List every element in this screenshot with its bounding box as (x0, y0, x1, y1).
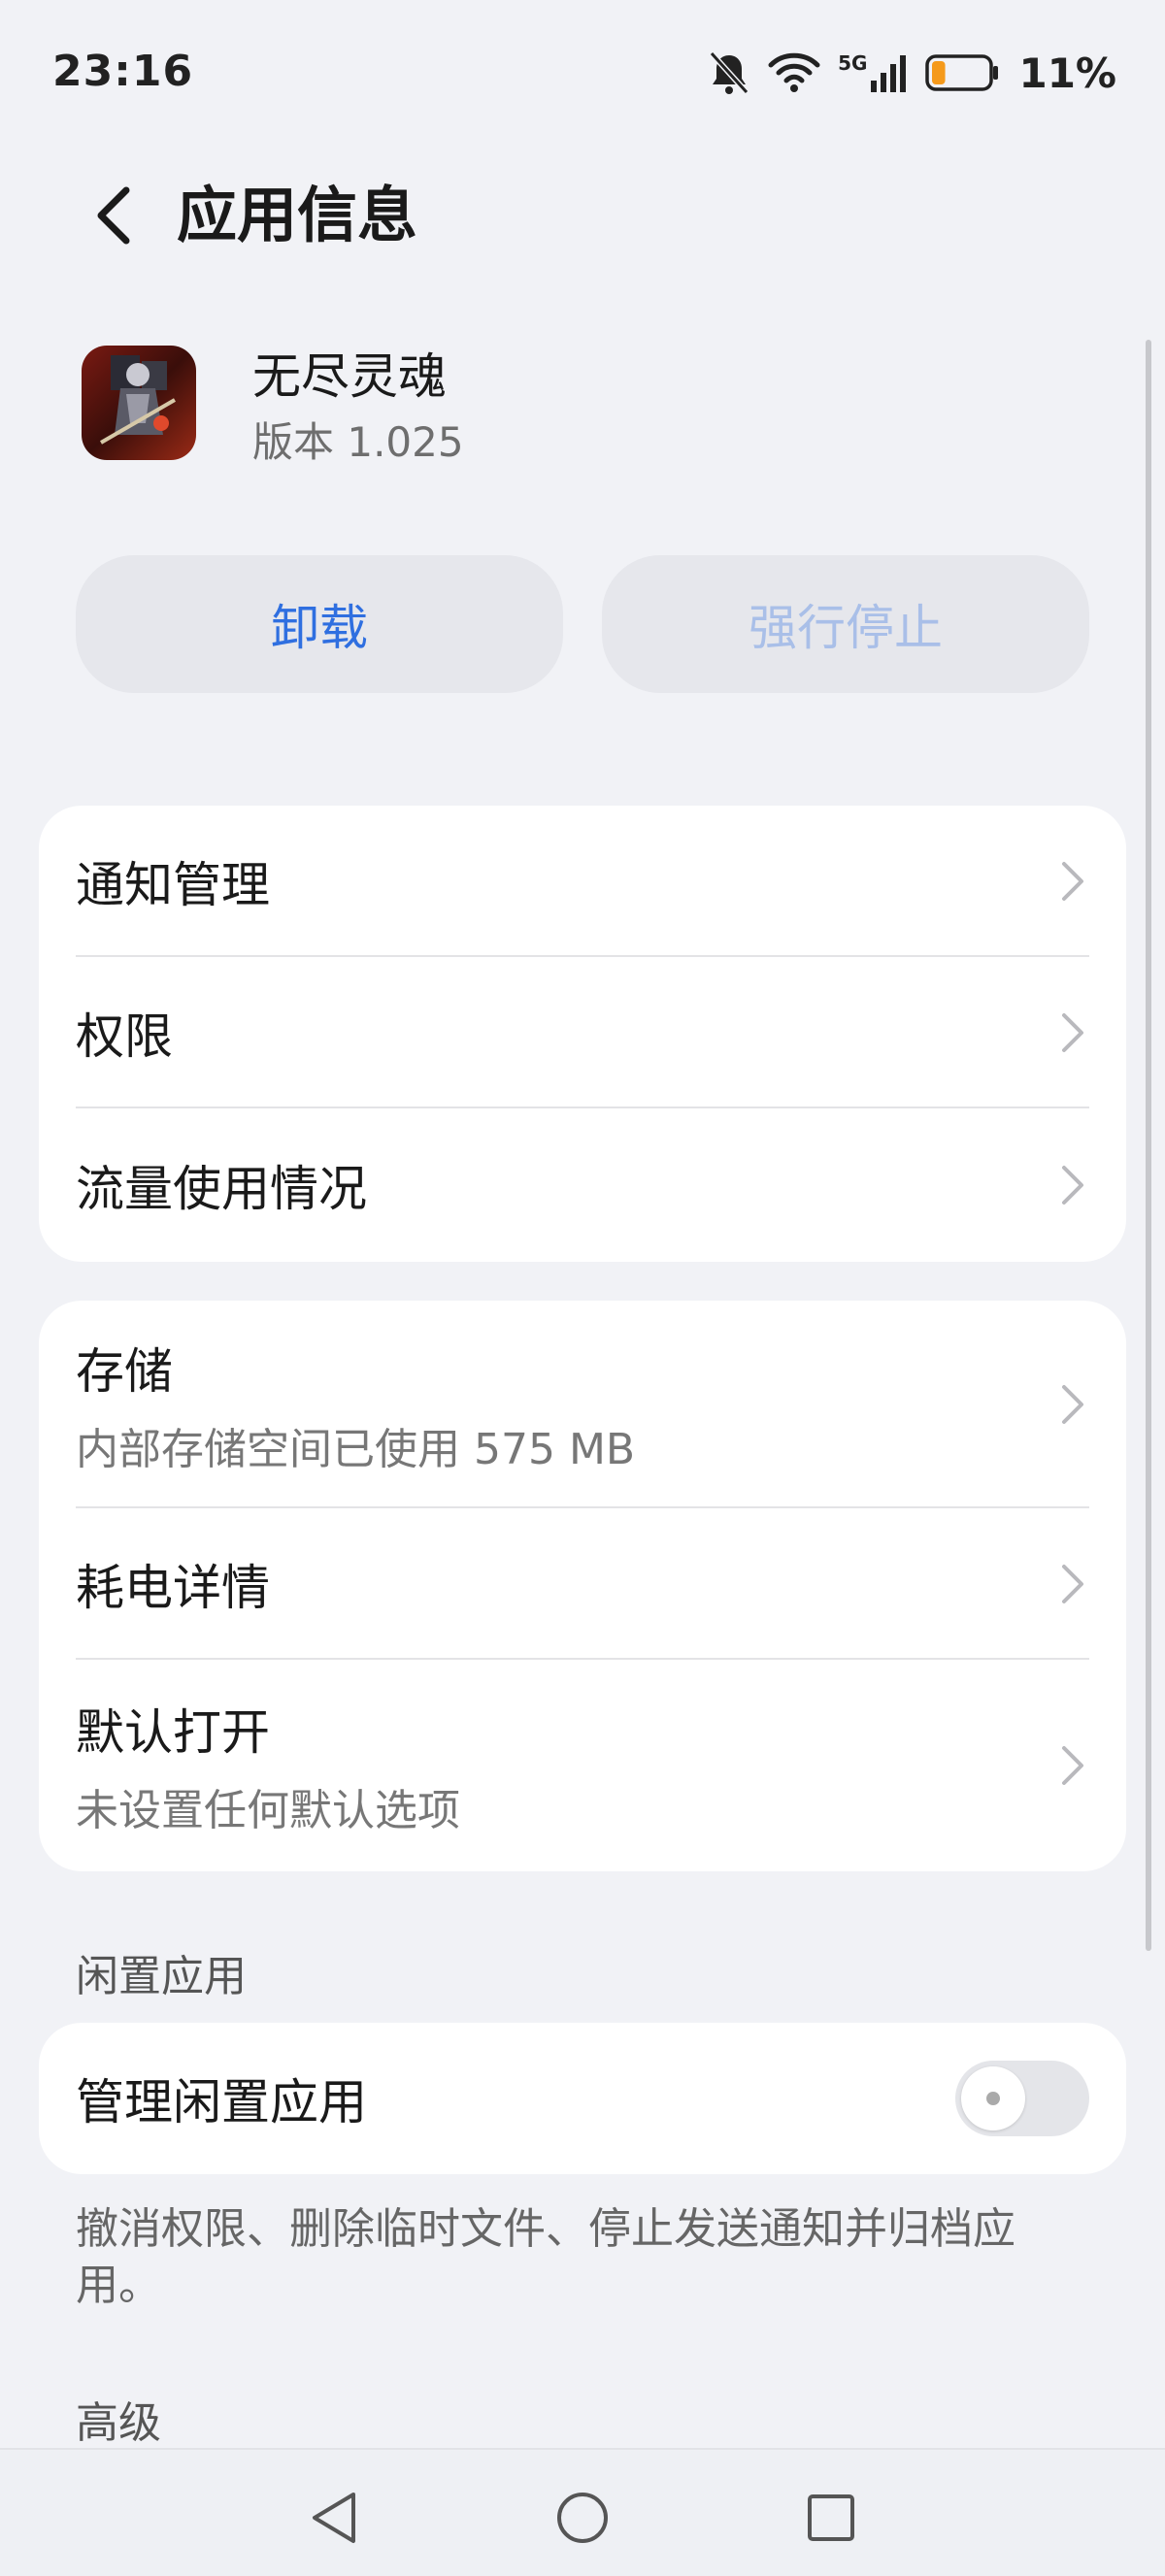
open-by-default-row[interactable]: 默认打开 未设置任何默认选项 (39, 1660, 1126, 1871)
manage-idle-apps-row[interactable]: 管理闲置应用 (39, 2023, 1126, 2174)
settings-card-1: 通知管理 权限 流量使用情况 (39, 806, 1126, 1262)
permissions-row[interactable]: 权限 (39, 957, 1126, 1108)
force-stop-button[interactable]: 强行停止 (602, 555, 1089, 693)
row-title: 权限 (76, 1008, 173, 1065)
toggle-knob (961, 2066, 1025, 2130)
row-title: 管理闲置应用 (76, 2074, 367, 2130)
row-subtitle: 未设置任何默认选项 (76, 1786, 460, 1835)
chevron-right-icon (1062, 862, 1083, 901)
notification-management-row[interactable]: 通知管理 (39, 806, 1126, 957)
status-time: 23:16 (52, 47, 194, 96)
nav-recents-button[interactable] (792, 2479, 870, 2557)
idle-apps-card: 管理闲置应用 (39, 2023, 1126, 2174)
data-usage-row[interactable]: 流量使用情况 (39, 1108, 1126, 1262)
row-title: 通知管理 (76, 857, 270, 913)
triangle-back-icon (313, 2493, 355, 2543)
settings-card-2: 存储 内部存储空间已使用 575 MB 耗电详情 默认打开 未设置任何默认选项 (39, 1301, 1126, 1871)
circle-home-icon (557, 2493, 608, 2543)
back-arrow-icon (97, 186, 130, 245)
battery-percent: 11% (1018, 49, 1116, 97)
row-subtitle: 内部存储空间已使用 575 MB (76, 1425, 636, 1474)
app-icon (82, 346, 196, 460)
navigation-bar (0, 2448, 1165, 2576)
signal-icon: 5G (838, 51, 908, 94)
section-label-advanced: 高级 (76, 2398, 161, 2448)
chevron-right-icon (1062, 1166, 1083, 1205)
chevron-right-icon (1062, 1013, 1083, 1052)
chevron-right-icon (1062, 1385, 1083, 1424)
idle-apps-description: 撤消权限、删除临时文件、停止发送通知并归档应用。 (76, 2204, 1015, 2310)
status-bar: 23:16 5G 11% (0, 0, 1165, 146)
square-recents-icon (808, 2494, 854, 2541)
row-title: 存储 (76, 1343, 173, 1400)
battery-icon (925, 53, 1001, 92)
uninstall-button[interactable]: 卸载 (76, 555, 563, 693)
page-title: 应用信息 (177, 180, 418, 250)
bell-muted-icon (708, 50, 750, 96)
row-title: 默认打开 (76, 1704, 270, 1761)
app-name: 无尽灵魂 (252, 348, 447, 405)
battery-details-row[interactable]: 耗电详情 (39, 1508, 1126, 1660)
chevron-right-icon (1062, 1746, 1083, 1785)
app-version: 版本 1.025 (252, 418, 464, 466)
status-icons: 5G 11% (708, 47, 1116, 99)
row-title: 流量使用情况 (76, 1161, 367, 1217)
network-type: 5G (838, 51, 868, 75)
wifi-icon (768, 51, 820, 94)
scrollbar[interactable] (1146, 340, 1151, 1951)
storage-row[interactable]: 存储 内部存储空间已使用 575 MB (39, 1301, 1126, 1508)
chevron-right-icon (1062, 1565, 1083, 1603)
back-button[interactable] (76, 175, 150, 256)
manage-idle-apps-toggle[interactable] (955, 2061, 1089, 2136)
section-label-idle-apps: 闲置应用 (76, 1952, 247, 2001)
row-title: 耗电详情 (76, 1560, 270, 1616)
nav-home-button[interactable] (544, 2479, 621, 2557)
nav-back-button[interactable] (295, 2479, 373, 2557)
